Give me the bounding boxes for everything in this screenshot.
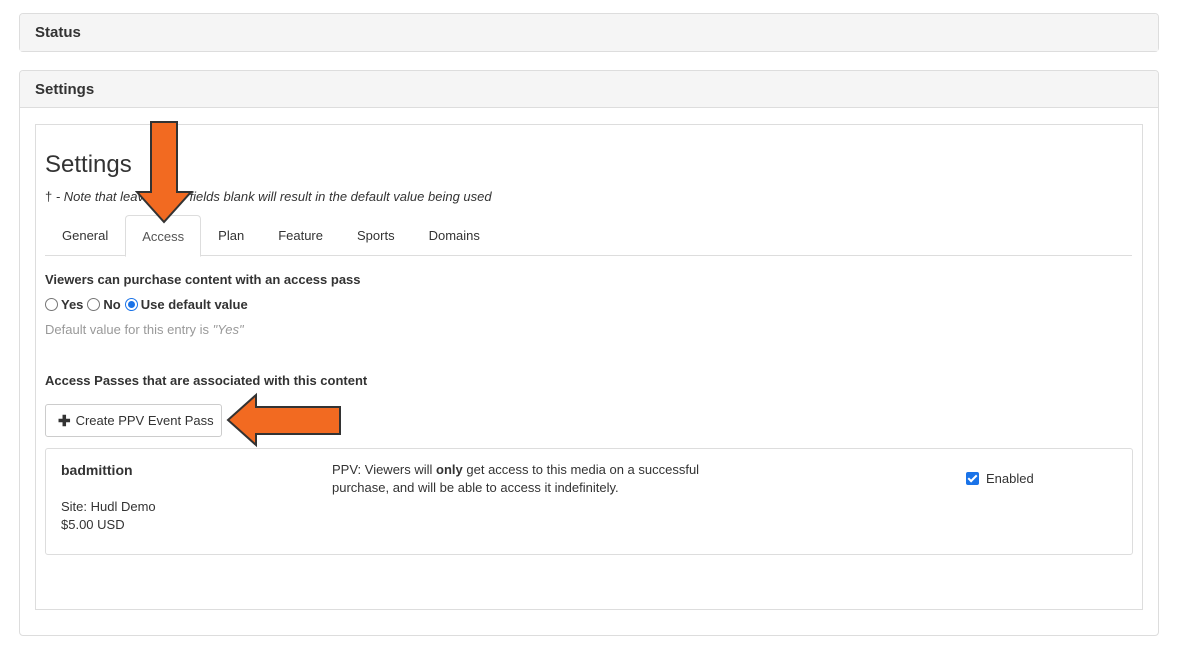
radio-use-default-label[interactable]: Use default value [141,297,248,312]
radio-yes-label[interactable]: Yes [61,297,83,312]
settings-panel: Settings Settings † - Note that leaving … [19,70,1159,636]
default-value-hint: Default value for this entry is "Yes" [45,322,244,337]
access-pass-card: badmittion Site: Hudl Demo $5.00 USD PPV… [45,448,1133,555]
default-hint-value: "Yes" [212,322,244,337]
pass-desc-start: PPV: Viewers will [332,462,437,477]
status-panel-heading[interactable]: Status [20,14,1158,51]
access-passes-label: Access Passes that are associated with t… [45,373,368,388]
radio-use-default[interactable] [124,298,138,311]
create-ppv-button-label: Create PPV Event Pass [75,413,214,428]
status-panel: Status [19,13,1159,52]
tab-access[interactable]: Access [125,215,202,257]
defaults-note: † - Note that leaving any fields blank w… [45,189,492,204]
settings-tabs: General Access Plan Feature Sports Domai… [45,215,1132,257]
settings-panel-heading[interactable]: Settings [20,71,1158,108]
enabled-label: Enabled [986,471,1034,486]
purchase-access-label: Viewers can purchase content with an acc… [45,272,361,287]
pass-site: Site: Hudl Demo [61,499,156,514]
tab-domains[interactable]: Domains [412,215,497,256]
settings-content: Settings † - Note that leaving any field… [35,124,1143,610]
note-text: - Note that leaving any fields blank wil… [52,189,492,204]
purchase-access-radio-group: Yes No Use default value [45,297,252,312]
enabled-checkbox[interactable] [966,472,979,485]
plus-icon: ✚ [58,412,71,430]
radio-yes[interactable] [45,298,58,311]
tab-plan[interactable]: Plan [201,215,261,256]
radio-no[interactable] [87,298,101,311]
tab-feature[interactable]: Feature [261,215,340,256]
default-hint-prefix: Default value for this entry is [45,322,213,337]
pass-desc-bold: only [436,462,463,477]
create-ppv-event-pass-button[interactable]: ✚ Create PPV Event Pass [45,404,222,437]
radio-no-label[interactable]: No [103,297,120,312]
tab-general[interactable]: General [45,215,125,256]
pass-enabled-toggle[interactable]: Enabled [966,471,1034,486]
pass-description: PPV: Viewers will only get access to thi… [332,461,712,497]
pass-price: $5.00 USD [61,517,125,532]
pass-name[interactable]: badmittion [61,462,133,478]
tab-sports[interactable]: Sports [340,215,412,256]
page-title: Settings [45,151,132,178]
